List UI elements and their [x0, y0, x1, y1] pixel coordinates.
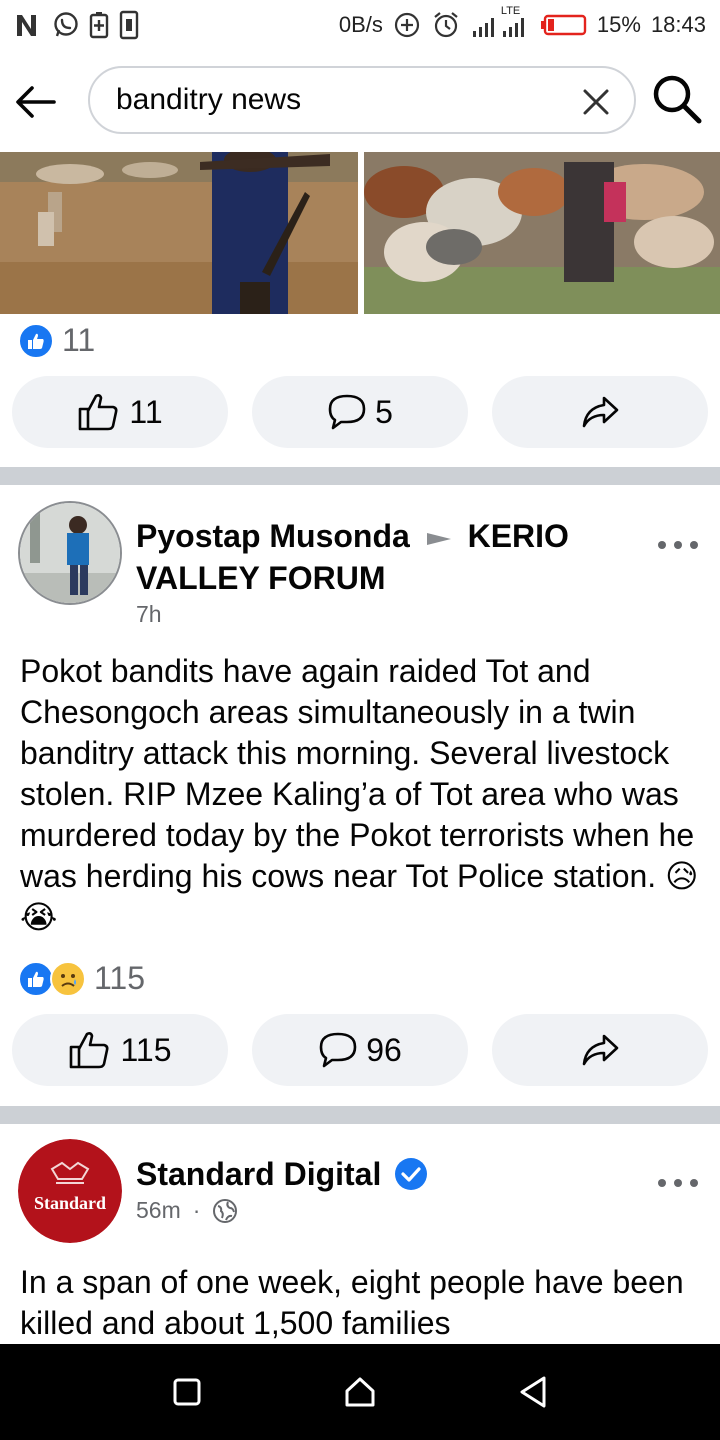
dot — [658, 1179, 666, 1187]
phone-storage-icon — [118, 10, 140, 40]
like-button[interactable]: 11 — [12, 376, 228, 448]
comment-icon — [328, 394, 366, 430]
triangle-left-icon — [520, 1376, 546, 1408]
battery-percent: 15% — [596, 12, 641, 37]
author-name[interactable]: Pyostap Musonda — [136, 518, 410, 554]
post-photo-herder[interactable] — [0, 152, 358, 314]
back-nav-button[interactable] — [503, 1362, 563, 1422]
search-input[interactable] — [116, 83, 556, 117]
dot — [674, 1179, 682, 1187]
clear-search-button[interactable] — [576, 82, 616, 122]
like-count: 11 — [129, 393, 163, 430]
comment-button[interactable]: 5 — [252, 376, 468, 448]
post-image-row — [0, 152, 720, 314]
comment-button[interactable]: 96 — [252, 1014, 468, 1086]
search-icon — [653, 75, 702, 124]
post-body: Pokot bandits have again raided Tot and … — [20, 651, 700, 938]
standard-logo-avatar[interactable]: Standard — [18, 1139, 122, 1243]
post-body: In a span of one week, eight people have… — [20, 1262, 700, 1342]
system-nav-bar — [0, 1344, 720, 1440]
post2-action-bar: 115 96 — [12, 1014, 708, 1086]
post-timestamp[interactable]: 7h — [136, 601, 162, 628]
dot — [674, 541, 682, 549]
home-icon — [345, 1377, 375, 1407]
netflix-n-icon — [14, 12, 44, 38]
comment-count: 96 — [366, 1031, 402, 1068]
avatar[interactable] — [18, 501, 122, 605]
like-reaction-icon — [18, 322, 54, 359]
data-saver-icon — [393, 11, 421, 39]
recents-button[interactable] — [157, 1362, 217, 1422]
dot — [658, 541, 666, 549]
whatsapp-icon — [52, 11, 80, 39]
clock: 18:43 — [650, 12, 706, 37]
signal-icon: LTE — [471, 5, 529, 39]
post-author[interactable]: Standard Digital — [136, 1153, 596, 1195]
sad-reaction-icon — [50, 960, 86, 997]
post2-reaction-summary[interactable]: 115 — [18, 960, 145, 997]
share-button[interactable] — [492, 1014, 708, 1086]
verified-badge-icon — [395, 1158, 428, 1190]
square-icon — [173, 1378, 201, 1406]
alarm-icon — [431, 10, 461, 40]
battery-icon — [539, 13, 587, 37]
author-name[interactable]: Standard Digital — [136, 1156, 381, 1192]
search-button[interactable] — [646, 68, 708, 130]
comment-count: 5 — [375, 393, 393, 430]
status-bar: 0B/s LTE 15% 18:43 — [0, 0, 720, 50]
post-timestamp[interactable]: 56m — [136, 1197, 181, 1224]
like-button[interactable]: 115 — [12, 1014, 228, 1086]
post1-reaction-summary[interactable]: 11 — [18, 322, 95, 359]
comment-icon — [319, 1032, 357, 1068]
battery-saver-icon — [88, 11, 110, 39]
close-icon — [583, 89, 609, 115]
reaction-count: 11 — [62, 322, 96, 358]
search-header — [0, 56, 720, 148]
thumbs-up-icon — [79, 394, 118, 431]
reaction-count: 115 — [94, 960, 146, 996]
share-icon — [582, 396, 619, 428]
post-author[interactable]: Pyostap Musonda KERIO VALLEY FORUM — [136, 515, 596, 599]
more-options-button[interactable] — [658, 535, 698, 555]
dot — [690, 541, 698, 549]
post-meta: 56m · — [136, 1197, 238, 1224]
share-icon — [582, 1034, 619, 1066]
back-button[interactable] — [0, 66, 72, 138]
globe-icon — [213, 1198, 238, 1223]
more-options-button[interactable] — [658, 1173, 698, 1193]
arrow-left-icon — [16, 86, 56, 118]
standard-logo-text: Standard — [33, 1193, 107, 1213]
home-button[interactable] — [330, 1362, 390, 1422]
feed-divider — [0, 1106, 720, 1124]
share-button[interactable] — [492, 376, 708, 448]
like-reaction-icon — [18, 960, 54, 997]
meta-separator: · — [192, 1197, 201, 1223]
post-text: Pokot bandits have again raided Tot and … — [20, 653, 695, 894]
dot — [690, 1179, 698, 1187]
network-speed: 0B/s — [338, 12, 383, 37]
post-meta: 7h — [136, 601, 162, 628]
post-text: In a span of one week, eight people have… — [20, 1264, 684, 1341]
search-field[interactable] — [88, 66, 636, 134]
thumbs-up-icon — [70, 1032, 109, 1069]
feed-divider — [0, 467, 720, 485]
post1-action-bar: 11 5 — [12, 376, 708, 448]
like-count: 115 — [120, 1031, 172, 1068]
triangle-right-icon — [426, 532, 451, 545]
post-photo-cattle[interactable] — [364, 152, 720, 314]
lte-label: LTE — [500, 5, 521, 17]
